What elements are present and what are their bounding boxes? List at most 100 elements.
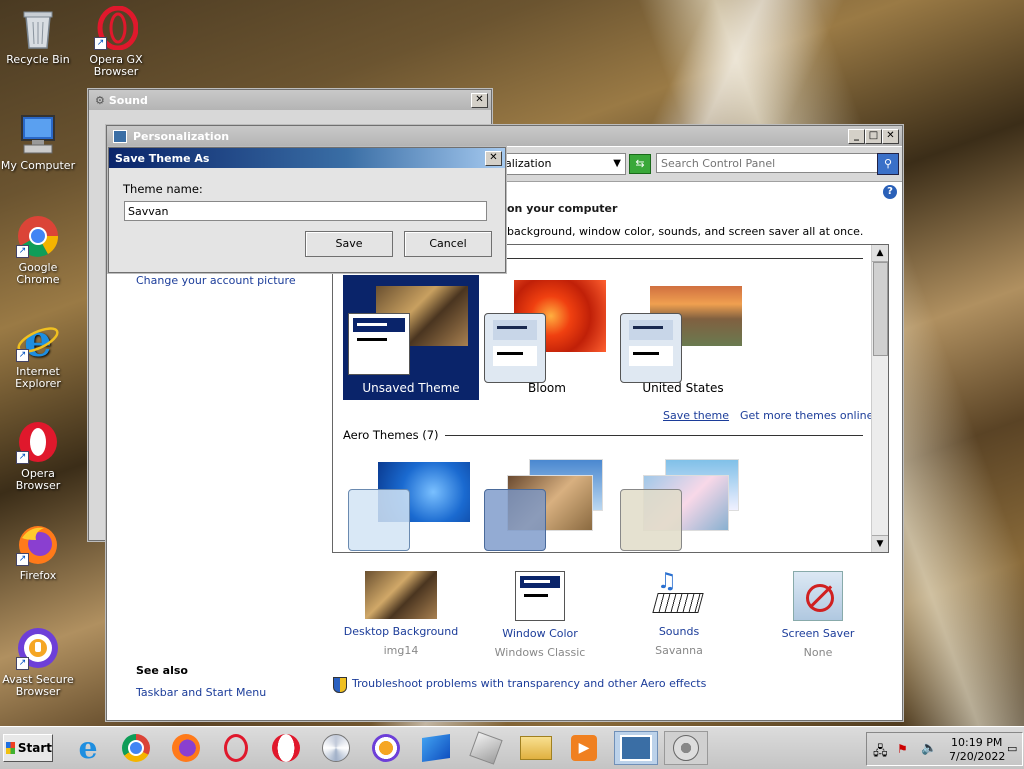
minimize-button[interactable]: _ <box>848 129 865 144</box>
network-icon[interactable]: 🖧 <box>873 742 888 764</box>
action-center-icon[interactable]: ⚑ <box>897 742 908 756</box>
volume-icon[interactable]: 🔈 <box>921 741 937 756</box>
troubleshoot-link[interactable]: Troubleshoot problems with transparency … <box>352 677 706 690</box>
see-also-heading: See also <box>136 664 188 677</box>
desktop-icon-opera[interactable]: ↗ Opera Browser <box>0 420 78 492</box>
sound-close-button[interactable]: ✕ <box>471 93 488 108</box>
desktop-icon-opera-gx[interactable]: ↗ Opera GX Browser <box>76 5 156 78</box>
shortcut-arrow-icon: ↗ <box>16 553 29 566</box>
shortcut-arrow-icon: ↗ <box>16 349 29 362</box>
taskbar-media[interactable] <box>318 731 354 765</box>
chevron-down-icon[interactable]: ▼ <box>613 154 621 174</box>
desktop-icon-my-computer[interactable]: My Computer <box>0 112 78 172</box>
taskbar-chrome[interactable] <box>118 731 154 765</box>
theme-list-scrollbar[interactable]: ▲ ▼ <box>871 245 888 552</box>
theme-unsaved[interactable]: Unsaved Theme <box>343 275 479 400</box>
taskbar-avast[interactable] <box>368 731 404 765</box>
personalization-title: Personalization <box>133 129 230 143</box>
theme-list[interactable]: Unsaved Theme Bloom United States Save t… <box>332 244 889 553</box>
desktop-icon-label: Opera GX Browser <box>89 53 143 78</box>
taskbar-opera-gx[interactable] <box>218 731 254 765</box>
save-button[interactable]: Save <box>305 231 393 257</box>
refresh-button[interactable]: ⇆ <box>629 154 651 174</box>
aero-themes-header: Aero Themes (7) <box>343 428 445 442</box>
search-input[interactable] <box>656 153 880 173</box>
desktop-icon-firefox[interactable]: ↗ Firefox <box>0 522 78 582</box>
desktop-icon-label: Firefox <box>19 569 57 582</box>
scroll-up-button[interactable]: ▲ <box>872 245 888 262</box>
shortcut-arrow-icon: ↗ <box>16 451 29 464</box>
theme-name-label: Theme name: <box>123 182 203 196</box>
windows-flag-icon <box>422 734 450 762</box>
taskbar-sound[interactable] <box>664 731 708 765</box>
desktop-icon-avast[interactable]: ↗ Avast Secure Browser <box>0 626 78 698</box>
shield-icon <box>333 677 347 693</box>
taskbar-media-player[interactable]: ▶ <box>566 731 602 765</box>
refresh-icon: ⇆ <box>635 157 645 170</box>
system-tray: 🖧 ⚑ 🔈 10:19 PM 7/20/2022 ▭ <box>866 732 1023 766</box>
avast-browser-icon <box>372 734 400 762</box>
opera-icon: ↗ <box>16 420 60 464</box>
internet-explorer-icon: e ↗ <box>16 316 60 367</box>
desktop-icon-label: Opera Browser <box>15 467 61 492</box>
taskbar-firefox[interactable] <box>168 731 204 765</box>
taskbar-start-menu-link[interactable]: Taskbar and Start Menu <box>136 686 266 699</box>
desktop-icon-label: Recycle Bin <box>6 53 70 66</box>
save-dialog-title-bar[interactable]: Save Theme As ✕ <box>109 148 505 168</box>
window-preview-icon <box>348 313 410 375</box>
address-text: alization <box>505 157 552 170</box>
desktop-icon-chrome[interactable]: ↗ Google Chrome <box>0 214 78 286</box>
window-color-icon <box>515 571 565 621</box>
search-icon: ⚲ <box>883 157 893 170</box>
theme-bloom[interactable]: Bloom <box>479 275 615 400</box>
taskbar-explorer[interactable] <box>518 731 554 765</box>
save-theme-dialog[interactable]: Save Theme As ✕ Theme name: Save Cancel <box>108 147 506 273</box>
aero-theme-characters[interactable] <box>615 457 751 552</box>
theme-united-states[interactable]: United States <box>615 275 751 400</box>
save-theme-link[interactable]: Save theme <box>663 409 729 422</box>
window-preview-icon <box>620 489 682 551</box>
taskbar-windows[interactable] <box>418 731 454 765</box>
clock-time[interactable]: 10:19 PM <box>951 736 1002 749</box>
help-icon[interactable]: ? <box>883 185 897 199</box>
desktop-background-item[interactable]: Desktop Background img14 <box>333 571 469 657</box>
taskbar-internet-explorer[interactable]: e <box>70 731 106 766</box>
search-button[interactable]: ⚲ <box>877 153 899 175</box>
aero-theme-architecture[interactable] <box>479 457 615 552</box>
save-dialog-title: Save Theme As <box>115 151 210 165</box>
clock-date[interactable]: 7/20/2022 <box>949 750 1005 763</box>
address-bar[interactable]: alization ▼ <box>502 153 626 175</box>
opera-gx-icon <box>224 734 248 762</box>
cancel-button[interactable]: Cancel <box>404 231 492 257</box>
sounds-label: Sounds <box>658 625 700 638</box>
my-computer-icon <box>16 112 60 156</box>
sound-title-bar[interactable]: ⚙ Sound ✕ <box>89 90 491 110</box>
desktop-icon-recycle-bin[interactable]: Recycle Bin <box>0 6 78 66</box>
start-button[interactable]: Start <box>3 734 53 762</box>
close-button[interactable]: ✕ <box>882 129 899 144</box>
screen-saver-item[interactable]: Screen Saver None <box>750 571 886 659</box>
desktop-icon-label: My Computer <box>0 159 76 172</box>
window-color-item[interactable]: Window Color Windows Classic <box>472 571 608 659</box>
aero-theme-windows[interactable] <box>343 457 479 552</box>
sounds-item[interactable]: ♫ Sounds Savanna <box>611 569 747 657</box>
desktop-background-icon <box>365 571 437 619</box>
desktop-icon-internet-explorer[interactable]: e ↗ Internet Explorer <box>0 316 78 390</box>
change-account-picture-link[interactable]: Change your account picture <box>136 274 296 287</box>
scroll-down-button[interactable]: ▼ <box>872 535 888 552</box>
app-tile-icon <box>469 731 503 765</box>
taskbar-control-panel[interactable] <box>614 731 658 765</box>
show-desktop-icon[interactable]: ▭ <box>1007 742 1017 755</box>
taskbar-app-grey[interactable] <box>468 731 504 765</box>
maximize-button[interactable]: □ <box>865 129 882 144</box>
sounds-value: Savanna <box>655 644 703 657</box>
theme-name-input[interactable] <box>124 201 487 221</box>
save-dialog-close-button[interactable]: ✕ <box>485 151 502 166</box>
get-more-themes-link[interactable]: Get more themes online <box>740 409 873 422</box>
sound-title: Sound <box>108 93 148 107</box>
personalization-title-bar[interactable]: Personalization _ □ ✕ <box>107 126 902 146</box>
window-preview-icon <box>348 489 410 551</box>
scroll-thumb[interactable] <box>873 262 888 356</box>
taskbar-opera[interactable] <box>268 731 304 765</box>
desktop: Recycle Bin ↗ Opera GX Browser My Comput… <box>0 0 1024 726</box>
